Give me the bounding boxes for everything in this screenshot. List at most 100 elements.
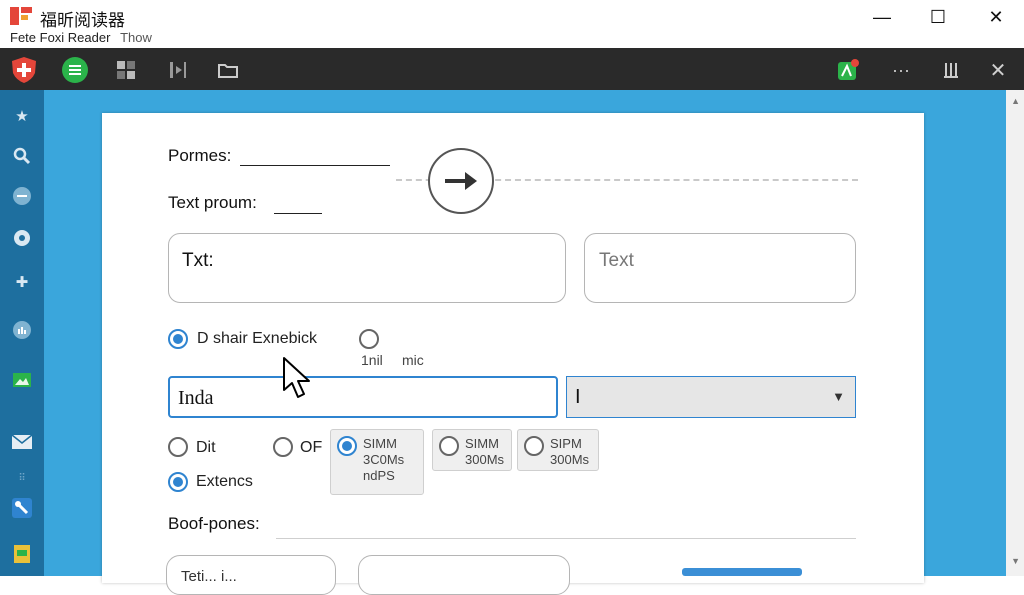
option-chip-1-line2: 3C0Ms	[363, 452, 405, 467]
text-box-2[interactable]: Text	[584, 233, 856, 303]
drag-handle[interactable]: ⠿	[8, 464, 36, 492]
text-box-1[interactable]: Txt:	[168, 233, 566, 303]
radio-dit-label: Dit	[196, 439, 216, 456]
subtitle-dim: Thow	[120, 30, 152, 45]
settings-button[interactable]	[8, 224, 36, 252]
maximize-icon: ☐	[929, 6, 947, 27]
radio-second-sub-a: 1nil	[361, 352, 383, 368]
bottom-field-1-text: Teti... i...	[181, 568, 237, 585]
split-button[interactable]	[164, 56, 192, 84]
select-value: I	[575, 386, 581, 408]
document-page	[102, 113, 924, 583]
subtitle-main: Fete Foxi Reader	[10, 30, 111, 45]
minimize-icon: —	[873, 6, 891, 27]
columns-icon	[944, 63, 958, 78]
search-button[interactable]	[8, 142, 36, 170]
next-button[interactable]	[428, 148, 494, 214]
note-icon	[14, 545, 30, 563]
app-logo-icon	[10, 7, 32, 25]
option-chip-3-line1: SIPM	[550, 436, 582, 451]
bottom-link-text[interactable]	[682, 568, 802, 576]
close-tab-button[interactable]: ✕	[984, 56, 1012, 84]
close-window-button[interactable]: ✕	[984, 6, 1008, 28]
radio-dit[interactable]	[168, 437, 188, 457]
option-chip-3[interactable]: SIPM 300Ms	[517, 429, 599, 471]
option-chip-3-radio[interactable]	[524, 436, 544, 456]
more-button[interactable]: ···	[887, 56, 915, 84]
scroll-up-icon[interactable]: ▲	[1011, 96, 1020, 106]
app-title: 福昕阅读器	[40, 11, 125, 31]
folder-icon	[218, 64, 238, 78]
open-folder-button[interactable]	[214, 56, 242, 84]
text-proum-label: Text proum:	[168, 193, 257, 212]
option-chip-1-radio[interactable]	[337, 436, 357, 456]
search-icon	[13, 147, 31, 165]
mouse-cursor-icon	[283, 357, 310, 398]
add-button[interactable]	[10, 56, 38, 84]
text-box-1-value: Txt:	[182, 250, 214, 271]
bottom-field-2[interactable]	[358, 555, 570, 595]
text-box-2-placeholder: Text	[599, 250, 634, 271]
boof-pones-label: Boof-pones:	[168, 514, 260, 533]
arrow-right-icon	[445, 172, 477, 190]
maximize-button[interactable]: ☐	[926, 6, 950, 28]
pormes-label: Pormes:	[168, 146, 232, 165]
mail-button[interactable]	[8, 428, 36, 456]
vertical-scrollbar[interactable]	[1006, 90, 1024, 576]
plus-shield-icon	[12, 57, 36, 83]
radio-shair[interactable]	[168, 329, 188, 349]
pin-button[interactable]: ✚	[8, 268, 36, 296]
minimize-button[interactable]: —	[870, 6, 894, 28]
option-chip-2-radio[interactable]	[439, 436, 459, 456]
radio-shair-label: D shair Exnebick	[197, 330, 318, 347]
title-bar: 福昕阅读器 Fete Foxi Reader Thow — ☐ ✕	[0, 0, 1024, 48]
radio-extencs-label: Extencs	[196, 473, 253, 490]
radio-extencs[interactable]	[168, 472, 188, 492]
option-chip-3-line2: 300Ms	[550, 452, 590, 467]
value-select[interactable]: I ▼	[566, 376, 856, 418]
toolbar: ··· ✕	[0, 48, 1024, 90]
sign-badge-icon	[838, 59, 859, 80]
sign-button[interactable]	[834, 56, 862, 84]
wrench-icon	[12, 498, 32, 518]
option-chip-1[interactable]: SIMM 3C0Ms ndPS	[330, 429, 424, 495]
plus-icon: ✚	[15, 274, 29, 291]
grid-icon	[117, 61, 135, 79]
mail-icon	[11, 434, 33, 449]
gear-icon	[14, 230, 30, 246]
close-tab-icon: ✕	[989, 59, 1007, 82]
minus-button[interactable]	[8, 182, 36, 210]
option-chip-1-line1: SIMM	[363, 436, 397, 451]
tools-button[interactable]	[8, 494, 36, 522]
chevron-down-icon: ▼	[832, 389, 845, 404]
more-icon: ···	[892, 59, 910, 80]
inda-input-value: Inda	[178, 387, 214, 409]
scroll-down-icon[interactable]: ▼	[1011, 556, 1020, 566]
minus-circle-icon	[13, 187, 31, 205]
image-icon	[13, 373, 31, 387]
bookmark-button[interactable]	[937, 56, 965, 84]
option-chip-2[interactable]: SIMM 300Ms	[432, 429, 512, 471]
bottom-field-1[interactable]: Teti... i...	[166, 555, 336, 595]
pormes-underline[interactable]	[240, 165, 390, 166]
split-view-icon	[170, 62, 186, 78]
option-chip-1-text: SIMM 3C0Ms ndPS	[363, 436, 433, 484]
option-chip-1-line3: ndPS	[363, 468, 395, 483]
favorites-button[interactable]: ★	[8, 102, 36, 130]
star-icon: ★	[15, 108, 29, 125]
radio-second[interactable]	[359, 329, 379, 349]
text-proum-underline[interactable]	[274, 213, 322, 214]
chart-circle-icon	[13, 321, 31, 339]
inda-input[interactable]: Inda	[168, 376, 558, 418]
radio-of-label: OF	[300, 439, 323, 456]
window-subtitle: Fete Foxi Reader Thow	[10, 30, 152, 45]
grip-icon: ⠿	[18, 472, 26, 484]
close-icon: ✕	[988, 6, 1004, 27]
radio-of[interactable]	[273, 437, 293, 457]
layout-button[interactable]	[112, 56, 140, 84]
stats-button[interactable]	[8, 316, 36, 344]
export-button[interactable]	[8, 366, 36, 394]
boof-pones-divider	[276, 538, 856, 539]
notes-button[interactable]	[8, 540, 36, 568]
menu-button[interactable]	[61, 56, 89, 84]
